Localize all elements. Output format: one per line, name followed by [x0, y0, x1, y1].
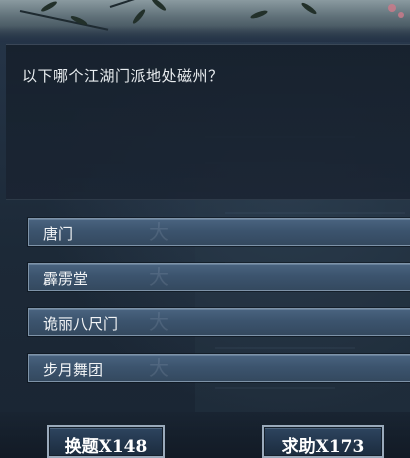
ink-seal-icon: 大 [149, 265, 169, 289]
answer-option-label: 霹雳堂 [43, 270, 89, 288]
question-text: 以下哪个江湖门派地处磁州？ [22, 67, 224, 85]
answer-option-label: 唐门 [43, 225, 74, 243]
ink-seal-icon: 大 [149, 310, 169, 334]
ink-painting-banner [0, 0, 410, 42]
ask-help-label: 求助X173 [281, 437, 365, 457]
ink-seal-icon: 大 [149, 220, 169, 244]
answer-option-1[interactable]: 大 唐门 [28, 218, 410, 246]
question-panel: 以下哪个江湖门派地处磁州？ [6, 44, 410, 200]
answer-option-label: 诡丽八尺门 [43, 315, 119, 333]
answer-option-4[interactable]: 大 步月舞团 [28, 354, 410, 382]
answer-option-3[interactable]: 大 诡丽八尺门 [28, 308, 410, 336]
answer-option-label: 步月舞团 [43, 361, 104, 379]
answer-option-2[interactable]: 大 霹雳堂 [28, 263, 410, 291]
ask-help-button[interactable]: 求助X173 [262, 425, 384, 458]
swap-question-label: 换题X148 [64, 437, 148, 457]
swap-question-button[interactable]: 换题X148 [47, 425, 165, 458]
ink-seal-icon: 大 [149, 356, 169, 380]
quiz-screen: 以下哪个江湖门派地处磁州？ 大 唐门 大 霹雳堂 大 诡丽八尺门 大 步月舞团 … [0, 0, 410, 458]
